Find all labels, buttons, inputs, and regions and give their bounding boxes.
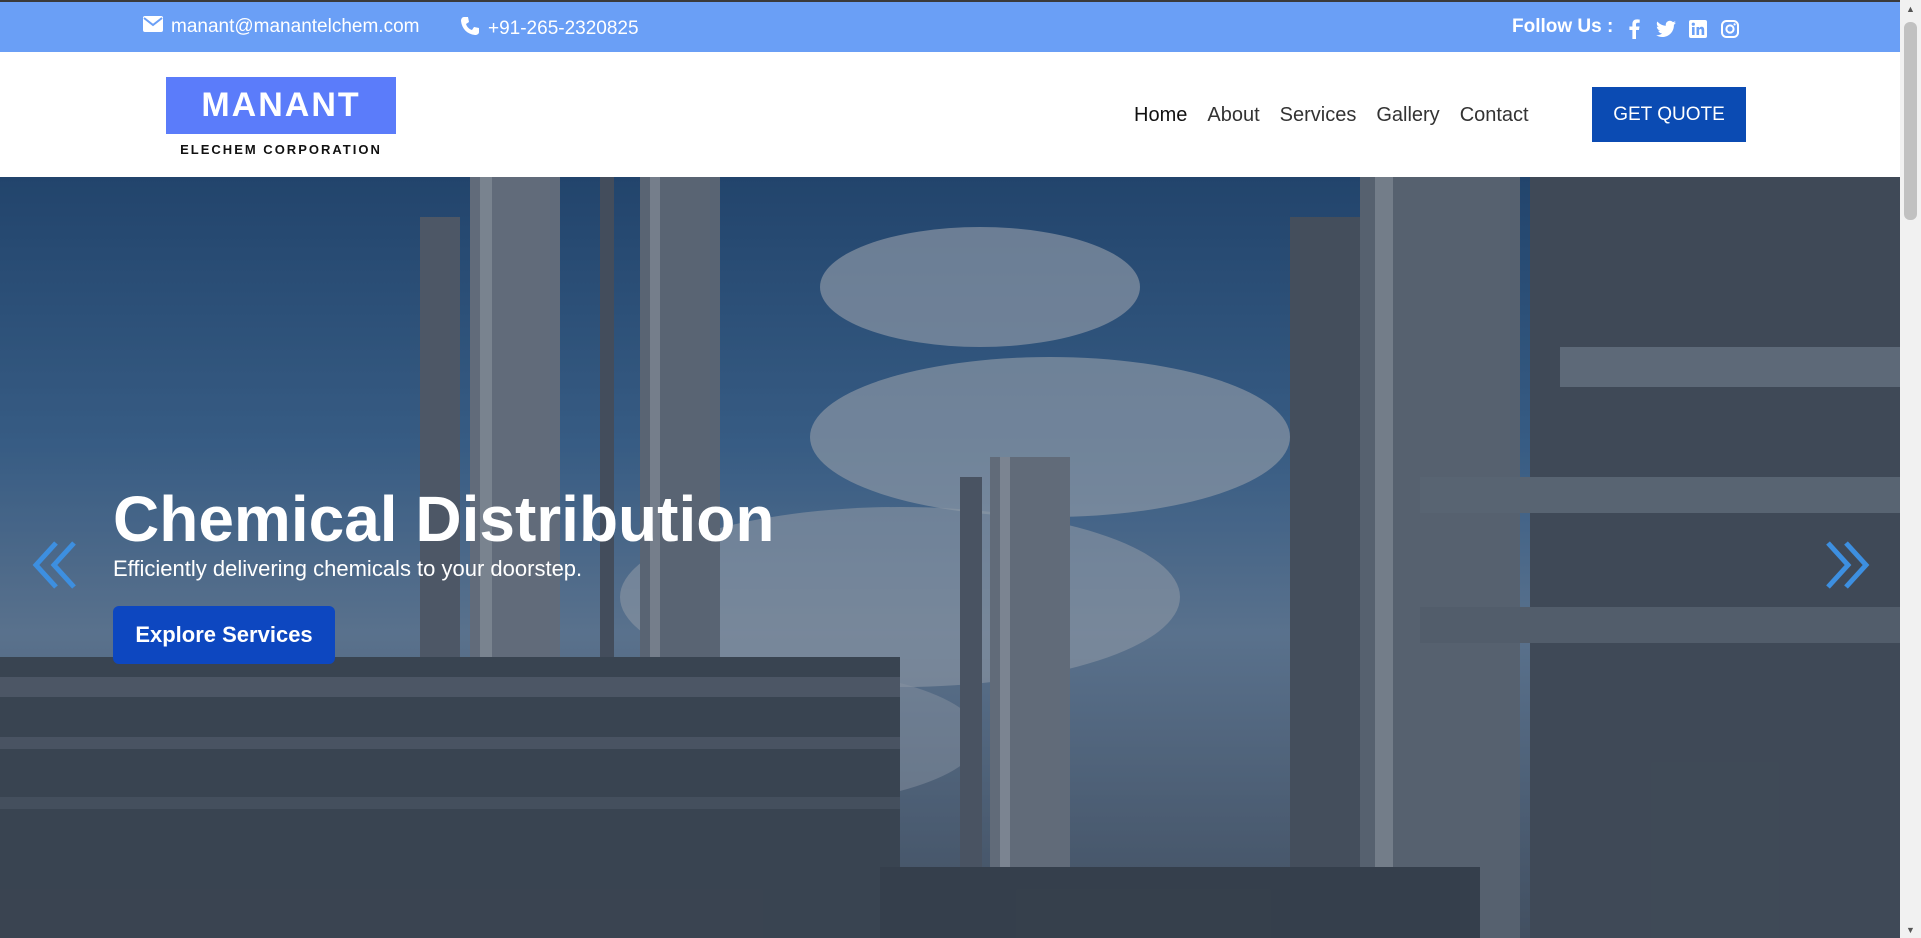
social-links: [1624, 19, 1740, 39]
email-text[interactable]: manant@manantelchem.com: [171, 16, 419, 38]
logo-subtitle: ELECHEM CORPORATION: [180, 142, 382, 157]
instagram-icon[interactable]: [1720, 19, 1740, 39]
scroll-down-icon[interactable]: ▼: [1900, 921, 1921, 938]
page-scrollbar[interactable]: ▲ ▼: [1900, 0, 1921, 938]
scrollbar-thumb[interactable]: [1904, 22, 1917, 220]
follow-label: Follow Us :: [1512, 16, 1614, 37]
phone-contact[interactable]: +91-265-2320825: [460, 16, 639, 42]
twitter-icon[interactable]: [1656, 19, 1676, 39]
explore-services-button[interactable]: Explore Services: [113, 606, 335, 664]
scroll-up-icon[interactable]: ▲: [1900, 0, 1921, 17]
next-slide-icon[interactable]: [1818, 537, 1874, 593]
logo-title: MANANT: [166, 77, 396, 134]
get-quote-button[interactable]: GET QUOTE: [1592, 87, 1746, 142]
previous-slide-icon[interactable]: [28, 537, 84, 593]
phone-text[interactable]: +91-265-2320825: [488, 18, 639, 40]
email-contact[interactable]: manant@manantelchem.com: [143, 16, 419, 38]
nav-contact[interactable]: Contact: [1460, 104, 1529, 127]
envelope-icon: [143, 16, 163, 38]
facebook-icon[interactable]: [1624, 19, 1644, 39]
linkedin-icon[interactable]: [1688, 19, 1708, 39]
nav-gallery[interactable]: Gallery: [1376, 104, 1439, 127]
top-info-bar: manant@manantelchem.com +91-265-2320825 …: [0, 0, 1900, 52]
nav-about[interactable]: About: [1207, 104, 1259, 127]
main-nav: Home About Services Gallery Contact: [1134, 104, 1529, 127]
hero-slider: Chemical Distribution Efficiently delive…: [0, 177, 1900, 938]
phone-icon: [460, 16, 480, 42]
nav-services[interactable]: Services: [1280, 104, 1357, 127]
hero-subtitle: Efficiently delivering chemicals to your…: [113, 556, 583, 581]
nav-home[interactable]: Home: [1134, 104, 1187, 127]
hero-title: Chemical Distribution: [113, 483, 775, 555]
site-header: MANANT ELECHEM CORPORATION Home About Se…: [0, 52, 1900, 177]
logo[interactable]: MANANT ELECHEM CORPORATION: [166, 77, 396, 157]
